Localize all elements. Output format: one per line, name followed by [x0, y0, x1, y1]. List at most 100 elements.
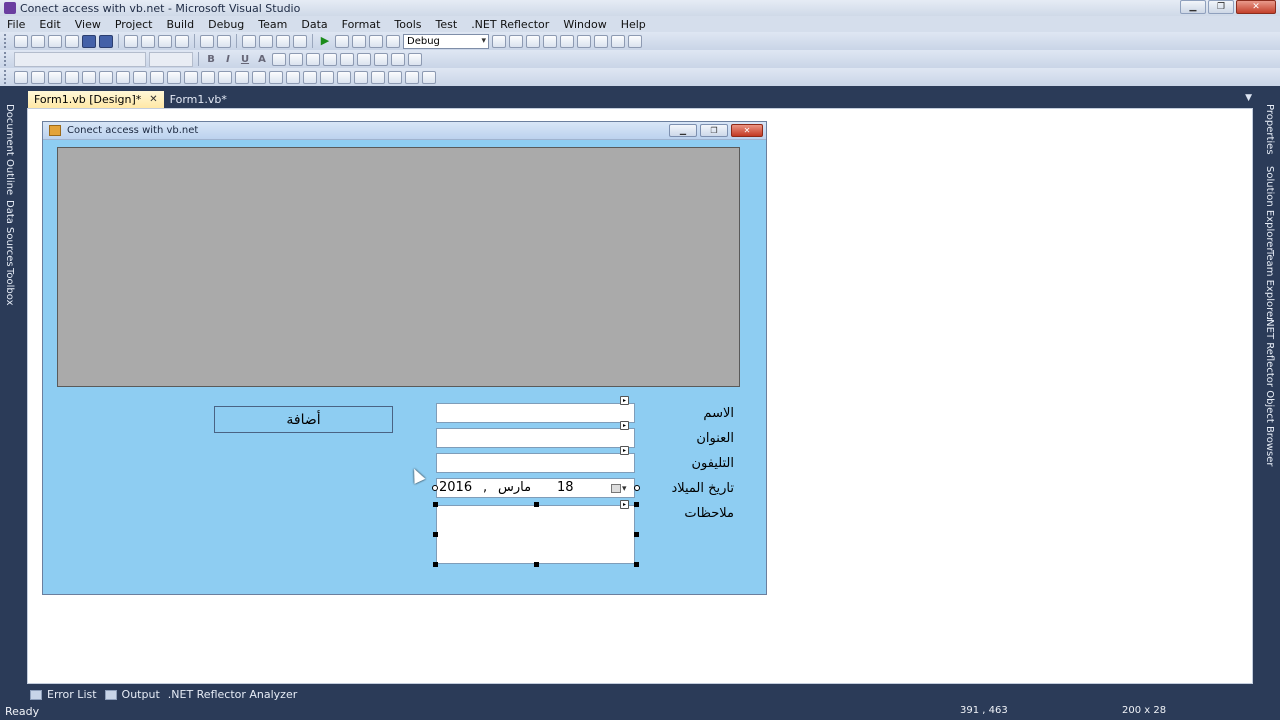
- menu-debug[interactable]: Debug: [201, 18, 251, 31]
- add-button[interactable]: أضافة: [214, 406, 393, 433]
- notes-input[interactable]: [436, 505, 635, 564]
- solution-configuration-select[interactable]: Debug: [403, 33, 489, 49]
- data-sources-tab[interactable]: Data Sources: [4, 200, 15, 267]
- uncomment-icon[interactable]: [217, 34, 231, 48]
- name-input[interactable]: [436, 403, 635, 423]
- horizontal-spacing-equal-icon[interactable]: [201, 70, 215, 84]
- tab-list-dropdown-icon[interactable]: ▼: [1245, 93, 1252, 103]
- selection-handle[interactable]: [534, 562, 539, 567]
- selection-handle[interactable]: [634, 532, 639, 537]
- menu-view[interactable]: View: [68, 18, 108, 31]
- step-into-icon[interactable]: [369, 34, 383, 48]
- resize-handle-left[interactable]: [432, 485, 438, 491]
- menu-tools[interactable]: Tools: [387, 18, 428, 31]
- align-center-icon[interactable]: [306, 52, 320, 66]
- birth-date-picker[interactable]: 2016 , مارس 18 ▾: [436, 478, 635, 498]
- underline-icon[interactable]: U: [238, 54, 252, 65]
- center-vertically-icon[interactable]: [354, 70, 368, 84]
- align-tops-icon[interactable]: [82, 70, 96, 84]
- error-list-tab[interactable]: Error List: [30, 688, 97, 701]
- selection-handle[interactable]: [634, 502, 639, 507]
- calendar-dropdown-icon[interactable]: ▾: [611, 483, 628, 494]
- horizontal-spacing-remove-icon[interactable]: [252, 70, 266, 84]
- vertical-spacing-decrease-icon[interactable]: [303, 70, 317, 84]
- vertical-spacing-increase-icon[interactable]: [286, 70, 300, 84]
- align-lefts-icon[interactable]: [31, 70, 45, 84]
- add-item-icon[interactable]: [31, 34, 45, 48]
- step-over-icon[interactable]: [386, 34, 400, 48]
- form1-designer[interactable]: Conect access with vb.net ▁ ❐ ✕ أضافة ال…: [42, 121, 767, 595]
- make-same-width-icon[interactable]: [133, 70, 147, 84]
- selection-handle[interactable]: [433, 562, 438, 567]
- align-middles-icon[interactable]: [99, 70, 113, 84]
- font-color-icon[interactable]: A: [255, 54, 269, 65]
- copy-icon[interactable]: [141, 34, 155, 48]
- menu-file[interactable]: File: [0, 18, 32, 31]
- selection-handle[interactable]: [634, 562, 639, 567]
- pause-icon[interactable]: [335, 34, 349, 48]
- toolbar-grip[interactable]: [4, 52, 8, 66]
- align-centers-icon[interactable]: [48, 70, 62, 84]
- selection-handle[interactable]: [433, 502, 438, 507]
- smart-tag-icon[interactable]: ▸: [620, 396, 629, 405]
- resize-handle-right[interactable]: [634, 485, 640, 491]
- numbered-list-icon[interactable]: [340, 52, 354, 66]
- cut-icon[interactable]: [124, 34, 138, 48]
- team-explorer-tab[interactable]: Team Explorer: [1264, 250, 1275, 321]
- save-all-icon[interactable]: [99, 34, 113, 48]
- vertical-spacing-remove-icon[interactable]: [320, 70, 334, 84]
- menu-window[interactable]: Window: [556, 18, 613, 31]
- align-right-icon[interactable]: [323, 52, 337, 66]
- open-file-icon[interactable]: [48, 34, 62, 48]
- menu-project[interactable]: Project: [108, 18, 160, 31]
- add-existing-icon[interactable]: [65, 34, 79, 48]
- redo-icon[interactable]: [259, 34, 273, 48]
- toolbar-options-icon[interactable]: [628, 34, 642, 48]
- align-to-grid-icon[interactable]: [14, 70, 28, 84]
- command-window-icon[interactable]: [611, 34, 625, 48]
- find-icon[interactable]: [175, 34, 189, 48]
- selection-handle[interactable]: [433, 532, 438, 537]
- net-reflector-object-browser-tab[interactable]: .NET Reflector Object Browser: [1264, 316, 1275, 466]
- align-rights-icon[interactable]: [65, 70, 79, 84]
- menu-build[interactable]: Build: [159, 18, 201, 31]
- smart-tag-icon[interactable]: ▸: [620, 421, 629, 430]
- menu-test[interactable]: Test: [429, 18, 465, 31]
- comment-icon[interactable]: [200, 34, 214, 48]
- toolbox-tab[interactable]: Toolbox: [4, 268, 15, 306]
- stop-icon[interactable]: [352, 34, 366, 48]
- highlight-icon[interactable]: [272, 52, 286, 66]
- toolbox-icon[interactable]: [560, 34, 574, 48]
- toolbar-grip[interactable]: [4, 34, 8, 48]
- new-project-icon[interactable]: [14, 34, 28, 48]
- find-in-files-icon[interactable]: [492, 34, 506, 48]
- size-to-grid-icon[interactable]: [150, 70, 164, 84]
- bring-to-front-icon[interactable]: [371, 70, 385, 84]
- data-grid-view[interactable]: [57, 147, 740, 387]
- toolbar-options-icon[interactable]: [408, 52, 422, 66]
- smart-tag-icon[interactable]: ▸: [620, 446, 629, 455]
- vertical-spacing-equal-icon[interactable]: [269, 70, 283, 84]
- extension-manager-icon[interactable]: [594, 34, 608, 48]
- align-left-icon[interactable]: [289, 52, 303, 66]
- start-page-icon[interactable]: [577, 34, 591, 48]
- bulleted-list-icon[interactable]: [357, 52, 371, 66]
- selection-handle[interactable]: [534, 502, 539, 507]
- menu-team[interactable]: Team: [251, 18, 294, 31]
- output-tab[interactable]: Output: [104, 688, 160, 701]
- solution-explorer-tab[interactable]: Solution Explorer: [1264, 166, 1275, 252]
- paste-icon[interactable]: [158, 34, 172, 48]
- navigate-forward-icon[interactable]: [293, 34, 307, 48]
- undo-icon[interactable]: [242, 34, 256, 48]
- align-bottoms-icon[interactable]: [116, 70, 130, 84]
- horizontal-spacing-decrease-icon[interactable]: [235, 70, 249, 84]
- document-outline-tab[interactable]: Document Outline: [4, 104, 15, 195]
- tab-form1-design[interactable]: Form1.vb [Design]* ✕: [28, 91, 164, 108]
- close-button[interactable]: ✕: [1236, 0, 1276, 14]
- form-maximize-button[interactable]: ❐: [700, 124, 728, 137]
- properties-tab[interactable]: Properties: [1264, 104, 1275, 155]
- font-name-select[interactable]: [14, 51, 146, 67]
- increase-indent-icon[interactable]: [391, 52, 405, 66]
- make-same-size-icon[interactable]: [184, 70, 198, 84]
- object-browser-icon[interactable]: [543, 34, 557, 48]
